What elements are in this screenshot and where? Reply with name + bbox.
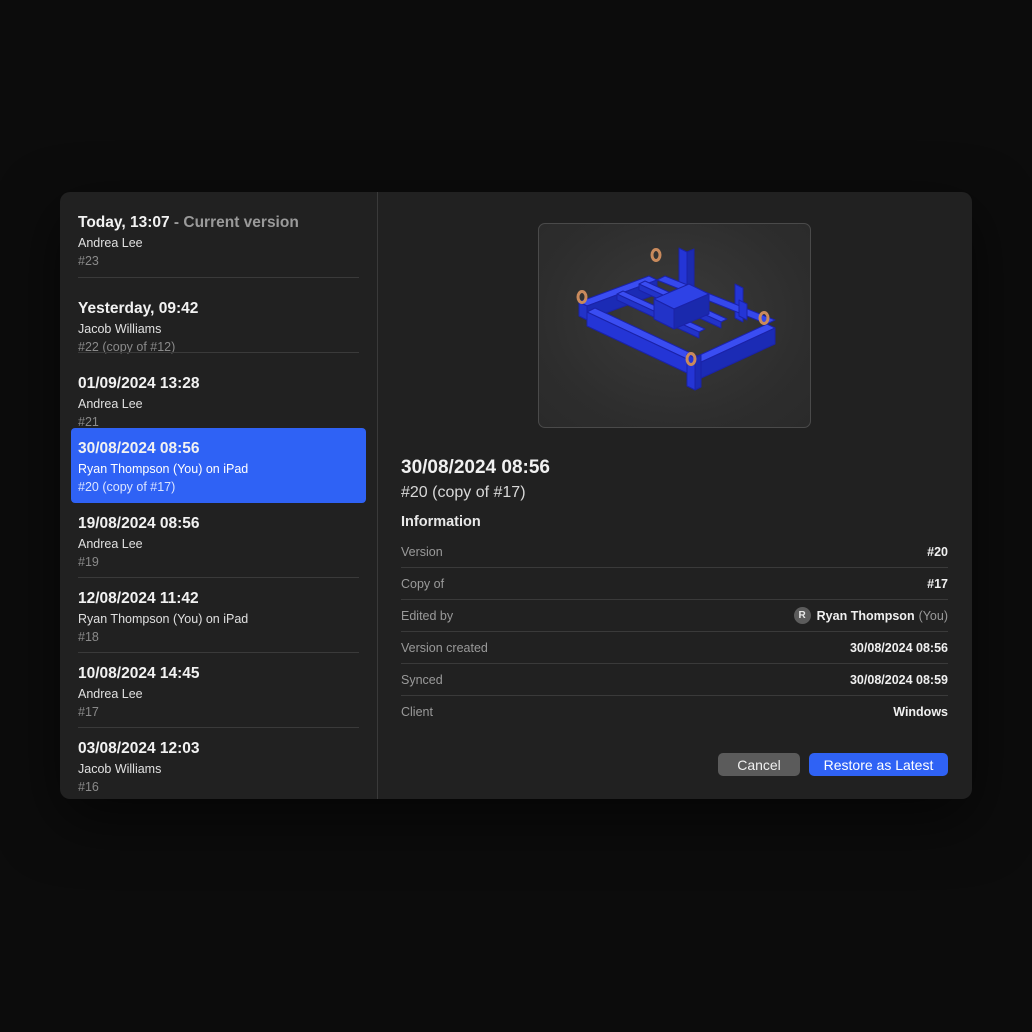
version-item[interactable]: 12/08/2024 11:42 Ryan Thompson (You) on … — [71, 578, 366, 653]
version-item[interactable]: 01/09/2024 13:28 Andrea Lee #21 — [71, 353, 366, 429]
version-detail-panel: 30/08/2024 08:56 #20 (copy of #17) Infor… — [378, 192, 972, 799]
info-label: Client — [401, 705, 433, 719]
info-value: 30/08/2024 08:56 — [849, 640, 948, 655]
detail-subtitle: #20 (copy of #17) — [401, 484, 526, 501]
you-label: (You) — [918, 608, 948, 623]
version-author: Ryan Thompson (You) on iPad — [78, 612, 249, 626]
restore-as-latest-button[interactable]: Restore as Latest — [809, 753, 948, 776]
detail-title: 30/08/2024 08:56 — [401, 457, 550, 478]
cancel-button[interactable]: Cancel — [718, 753, 800, 776]
version-title: 03/08/2024 12:03 — [78, 740, 200, 757]
version-title: 10/08/2024 14:45 — [78, 665, 200, 682]
version-number: #18 — [78, 630, 99, 644]
info-row-client: Client Windows — [401, 696, 948, 728]
version-number: #19 — [78, 555, 99, 569]
version-item[interactable]: Yesterday, 09:42 Jacob Williams #22 (cop… — [71, 278, 366, 354]
info-value: Windows — [893, 705, 948, 719]
version-author: Ryan Thompson (You) on iPad — [78, 462, 249, 476]
avatar: R — [793, 607, 811, 624]
version-title: 19/08/2024 08:56 — [78, 515, 200, 532]
3d-model-thumbnail-icon — [576, 247, 776, 391]
version-title: 12/08/2024 11:42 — [78, 590, 199, 607]
version-title: 01/09/2024 13:28 — [78, 375, 200, 392]
version-author: Andrea Lee — [78, 687, 143, 701]
version-history-dialog: Today, 13:07 - Current version Andrea Le… — [60, 192, 972, 799]
version-number: #23 — [78, 254, 99, 268]
info-label: Synced — [401, 672, 443, 687]
info-row-version: Version #20 — [401, 536, 948, 568]
current-version-label: - Current version — [169, 214, 299, 231]
version-item-selected[interactable]: 30/08/2024 08:56 Ryan Thompson (You) on … — [71, 428, 366, 503]
info-value: #20 — [927, 544, 948, 559]
info-label: Edited by — [401, 608, 454, 623]
version-title: Yesterday, 09:42 — [78, 300, 199, 317]
editor-name: Ryan Thompson — [816, 608, 915, 623]
version-author: Jacob Williams — [78, 762, 162, 776]
version-item[interactable]: 03/08/2024 12:03 Jacob Williams #16 — [71, 728, 366, 799]
version-number: #16 — [78, 780, 99, 794]
info-row-synced: Synced 30/08/2024 08:59 — [401, 664, 948, 696]
info-row-copy-of: Copy of #17 — [401, 568, 948, 600]
version-number: #17 — [78, 705, 99, 719]
information-table: Version #20 Copy of #17 Edited by R Ryan… — [401, 536, 948, 728]
info-value: 30/08/2024 08:59 — [849, 672, 948, 687]
version-item[interactable]: Today, 13:07 - Current version Andrea Le… — [71, 192, 366, 278]
model-preview — [538, 223, 811, 428]
info-label: Version — [401, 544, 443, 559]
version-item[interactable]: 19/08/2024 08:56 Andrea Lee #19 — [71, 503, 366, 578]
version-title: Today, 13:07 — [78, 214, 170, 231]
version-number: #20 (copy of #17) — [78, 480, 176, 494]
info-row-version-created: Version created 30/08/2024 08:56 — [401, 632, 948, 664]
version-author: Andrea Lee — [78, 236, 143, 250]
info-value: #17 — [927, 576, 948, 591]
version-title: 30/08/2024 08:56 — [78, 440, 200, 457]
version-author: Jacob Williams — [78, 322, 162, 336]
info-label: Version created — [401, 640, 488, 655]
version-author: Andrea Lee — [78, 537, 143, 551]
version-author: Andrea Lee — [78, 397, 143, 411]
version-item[interactable]: 10/08/2024 14:45 Andrea Lee #17 — [71, 653, 366, 728]
version-list[interactable]: Today, 13:07 - Current version Andrea Le… — [60, 192, 378, 799]
info-label: Copy of — [401, 576, 445, 591]
information-heading: Information — [401, 514, 481, 530]
info-row-edited-by: Edited by R Ryan Thompson (You) — [401, 600, 948, 632]
info-value: R Ryan Thompson (You) — [793, 607, 948, 624]
